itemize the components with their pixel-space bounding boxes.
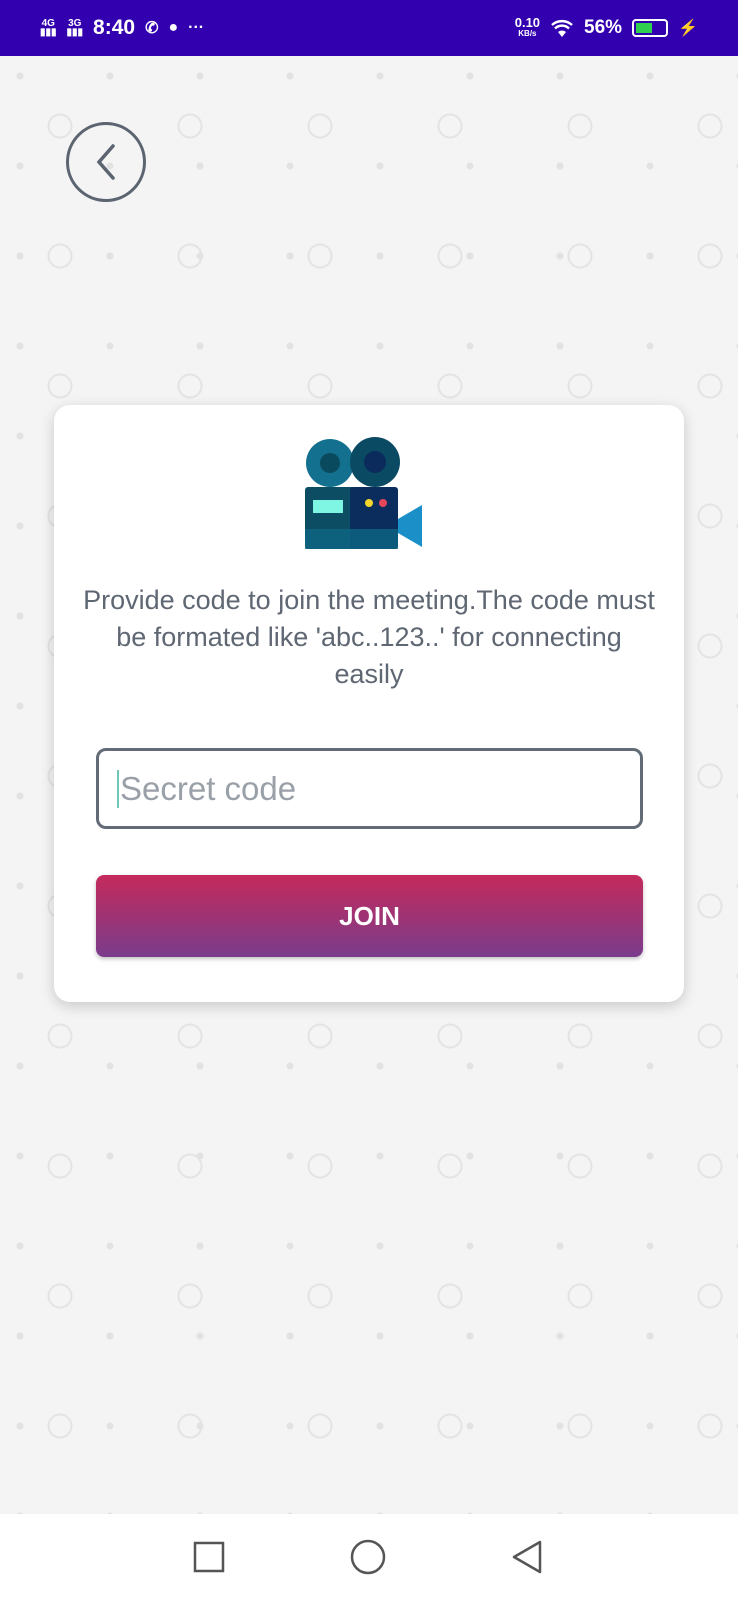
messenger-icon: ● [168,19,179,36]
signal-3g-icon: 3G ▮▮▮ [66,18,84,38]
battery-percent: 56% [584,17,623,38]
input-placeholder: Secret code [120,769,297,807]
instructions-text: Provide code to join the meeting.The cod… [83,585,655,689]
wifi-icon [551,20,573,37]
secret-code-input[interactable]: Secret code [96,748,643,829]
back-nav-icon[interactable] [510,1539,546,1575]
more-icon: ··· [188,19,205,36]
charging-icon: ⚡ [678,20,698,37]
network-label: 4G [41,18,55,29]
text-cursor [117,769,119,808]
video-camera-icon [305,437,422,549]
chevron-left-icon [96,144,115,180]
clock: 8:40 [93,16,136,39]
whatsapp-icon: ✆ [145,20,159,37]
navigation-bar [0,1514,738,1600]
back-button[interactable] [66,122,146,202]
recents-icon[interactable] [192,1540,226,1574]
battery-icon [632,19,669,37]
join-button[interactable]: JOIN [96,875,643,957]
network-label: 3G [68,18,82,29]
home-icon[interactable] [349,1538,387,1576]
signal-4g-icon: 4G ▮▮▮ [40,18,57,38]
status-bar: 4G ▮▮▮ 3G ▮▮▮ 8:40 ✆ ● ··· 0.10 KB/s 56% ⚡ [0,0,738,56]
network-speed: 0.10 KB/s [514,15,541,38]
